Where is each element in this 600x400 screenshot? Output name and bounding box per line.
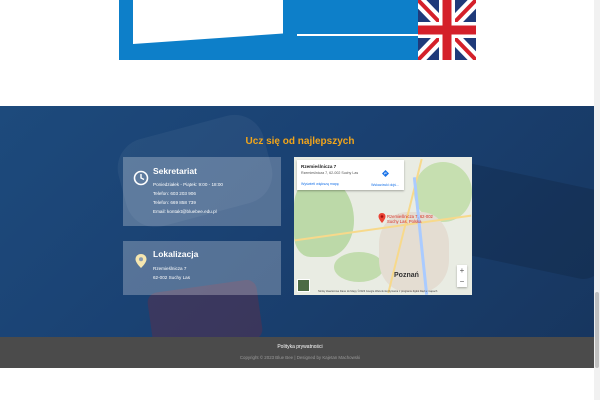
satellite-toggle[interactable] — [297, 279, 310, 292]
map-city-label: Poznań — [394, 272, 419, 279]
privacy-policy-link[interactable]: Polityka prywatności — [0, 344, 600, 350]
copyright-text: Copyright © 2023 Blue Bee | Designed by … — [239, 355, 361, 360]
section-title: Ucz się od najlepszych — [245, 136, 355, 147]
map-marker-label-line: Suchy Las, Polska — [387, 219, 422, 225]
hours-card: Sekretariat Poniedziałek - Piątek: 9:00 … — [123, 157, 281, 226]
directions-button[interactable]: Wskazówki dojś... — [369, 164, 401, 187]
larger-map-link[interactable]: Wyświetl większą mapę — [301, 182, 339, 186]
map-attribution: Skróty klawiszowe Dane do Mapy ©2023 Goo… — [318, 290, 438, 293]
map-forest-area — [334, 252, 384, 282]
map-info-box: Rzemieślnicza 7 Rzemieślnicza 7, 62-002 … — [297, 160, 404, 190]
email-line[interactable]: Email: kontakt@bluebee.edu.pl — [153, 209, 217, 214]
directions-icon — [381, 170, 389, 177]
map-zoom-controls: + − — [457, 265, 467, 287]
zoom-out-button[interactable]: − — [457, 276, 467, 287]
map-place-title: Rzemieślnicza 7 — [301, 164, 337, 169]
directions-label: Wskazówki dojś... — [371, 183, 399, 187]
map-marker-label: Rzemieślnicza 7, 62-002 Suchy Las, Polsk… — [387, 214, 433, 224]
map-place-address: Rzemieślnicza 7, 62-002 Suchy Las — [301, 171, 359, 175]
map-marker-icon[interactable] — [378, 213, 386, 223]
footer: Polityka prywatności Copyright © 2023 Bl… — [0, 337, 600, 368]
page: Ucz się od najlepszych Sekretariat Ponie… — [0, 0, 600, 400]
phone-line[interactable]: Telefon: 603 203 906 — [153, 191, 196, 196]
phone-line[interactable]: Telefon: 669 858 739 — [153, 200, 196, 205]
clock-icon — [133, 170, 149, 186]
location-card: Lokalizacja Rzemieślnicza 7 62-002 Suchy… — [123, 241, 281, 295]
address-line: Rzemieślnicza 7 — [153, 266, 187, 271]
google-map[interactable]: Rzemieślnicza 7 Rzemieślnicza 7, 62-002 … — [294, 157, 472, 295]
location-card-title: Lokalizacja — [153, 249, 199, 259]
banner-white-shape — [133, 0, 283, 44]
address-line: 62-002 Suchy Las — [153, 275, 191, 280]
zoom-in-button[interactable]: + — [457, 265, 467, 276]
hours-line: Poniedziałek - Piątek: 9:00 - 18:00 — [153, 182, 223, 187]
scrollbar-thumb[interactable] — [595, 292, 599, 368]
hours-card-title: Sekretariat — [153, 166, 197, 176]
uk-flag-icon — [418, 0, 476, 60]
map-pin-icon — [135, 254, 147, 268]
page-scrollbar[interactable] — [594, 0, 600, 400]
top-banner-image — [119, 0, 476, 60]
contact-section: Ucz się od najlepszych Sekretariat Ponie… — [0, 106, 600, 337]
